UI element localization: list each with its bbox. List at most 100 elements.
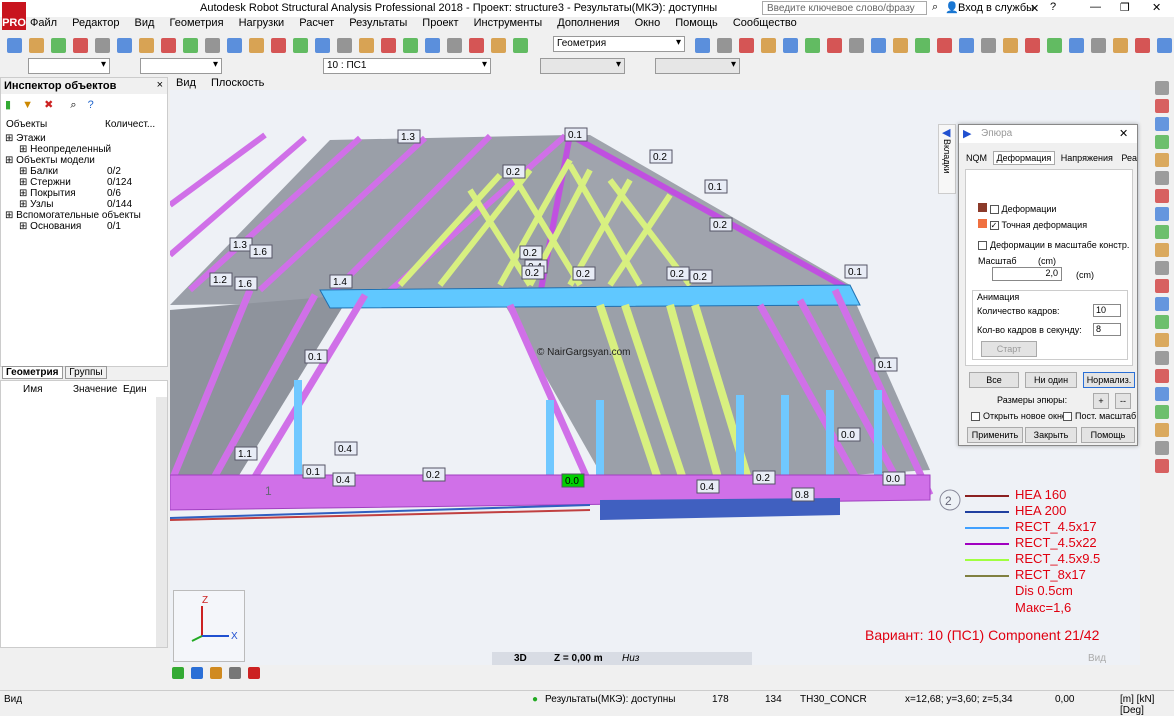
expand-icon[interactable]: ⊞ — [19, 166, 30, 177]
side-tool-icon[interactable] — [1155, 243, 1169, 257]
view-tool-icon[interactable] — [229, 667, 242, 679]
menu-loads[interactable]: Нагрузки — [239, 17, 285, 29]
toolbar-tool-icon[interactable] — [425, 38, 440, 53]
toolbar-tool-icon[interactable] — [227, 38, 242, 53]
expand-icon[interactable]: ⊞ — [5, 155, 16, 166]
side-tool-icon[interactable] — [1155, 189, 1169, 203]
toolbar-tool-icon[interactable] — [981, 38, 996, 53]
expand-icon[interactable]: ⊞ — [5, 210, 16, 221]
tab-reactions[interactable]: Реа — [1118, 153, 1140, 163]
fps-stepper[interactable]: 8 — [1093, 323, 1121, 336]
arrow-left-icon[interactable]: ◀ — [942, 126, 950, 139]
tree-item[interactable]: ⊞ Стержни — [19, 177, 71, 188]
toolbar-tool-icon[interactable] — [1091, 38, 1106, 53]
menu-addins[interactable]: Дополнения — [557, 17, 619, 29]
login-button[interactable]: Вход в службы — [958, 2, 1034, 14]
side-tool-icon[interactable] — [1155, 135, 1169, 149]
side-tool-icon[interactable] — [1155, 99, 1169, 113]
toolbar-tool-icon[interactable] — [271, 38, 286, 53]
toolbar-tool-icon[interactable] — [959, 38, 974, 53]
side-tool-icon[interactable] — [1155, 279, 1169, 293]
help-icon[interactable]: ? — [1050, 1, 1056, 13]
toolbar-tool-icon[interactable] — [1003, 38, 1018, 53]
tree-item[interactable]: ⊞ Основания — [19, 221, 81, 232]
open-new-window-row[interactable]: Открыть новое окно — [971, 411, 1067, 422]
tab-geometry[interactable]: Геометрия — [2, 366, 63, 379]
toolbar-tool-icon[interactable] — [1157, 38, 1172, 53]
menu-window[interactable]: Окно — [635, 17, 661, 29]
view-tool-icon[interactable] — [210, 667, 223, 679]
side-tool-icon[interactable] — [1155, 387, 1169, 401]
side-tool-icon[interactable] — [1155, 261, 1169, 275]
deform-row[interactable]: Деформации — [978, 203, 1056, 215]
side-tool-icon[interactable] — [1155, 171, 1169, 185]
expand-icon[interactable]: ⊞ — [19, 188, 30, 199]
expand-icon[interactable]: ⊞ — [19, 199, 30, 210]
app-logo[interactable]: PRO — [2, 2, 26, 30]
menu-help[interactable]: Помощь — [675, 17, 718, 29]
toolbar-tool-icon[interactable] — [337, 38, 352, 53]
scaled-deform-row[interactable]: Деформации в масштабе констр. — [978, 240, 1129, 251]
toolbar-tool-icon[interactable] — [513, 38, 528, 53]
close-button[interactable]: ✕ — [1152, 1, 1161, 14]
side-tool-icon[interactable] — [1155, 351, 1169, 365]
toolbar-tool-icon[interactable] — [29, 38, 44, 53]
tabs-side-strip[interactable]: ◀ Вкладки — [938, 124, 956, 194]
side-tool-icon[interactable] — [1155, 153, 1169, 167]
apply-button[interactable]: Применить — [967, 427, 1023, 443]
minimize-button[interactable]: — — [1090, 1, 1101, 13]
toolbar-tool-icon[interactable] — [871, 38, 886, 53]
expand-icon[interactable]: ⊞ — [19, 144, 30, 155]
tab-plane[interactable]: Плоскость — [205, 77, 270, 89]
toolbar-tool-icon[interactable] — [1135, 38, 1150, 53]
maximize-button[interactable]: ❐ — [1120, 1, 1130, 14]
z-level[interactable]: Z = 0,00 m — [554, 653, 603, 664]
menu-geometry[interactable]: Геометрия — [170, 17, 224, 29]
toolbar-tool-icon[interactable] — [95, 38, 110, 53]
toolbar-tool-icon[interactable] — [139, 38, 154, 53]
menu-edit[interactable]: Редактор — [72, 17, 119, 29]
tab-stress[interactable]: Напряжения — [1058, 153, 1116, 163]
toolbar-tool-icon[interactable] — [761, 38, 776, 53]
side-tool-icon[interactable] — [1155, 297, 1169, 311]
tree-item[interactable]: ⊞ Вспомогательные объекты — [5, 210, 141, 221]
toolbar-tool-icon[interactable] — [183, 38, 198, 53]
side-tool-icon[interactable] — [1155, 117, 1169, 131]
toolbar-tool-icon[interactable] — [249, 38, 264, 53]
toolbar-tool-icon[interactable] — [915, 38, 930, 53]
toolbar-tool-icon[interactable] — [739, 38, 754, 53]
side-tool-icon[interactable] — [1155, 81, 1169, 95]
toolbar-tool-icon[interactable] — [315, 38, 330, 53]
menu-analysis[interactable]: Расчет — [299, 17, 334, 29]
menu-file[interactable]: Файл — [30, 17, 57, 29]
toolbar-tool-icon[interactable] — [937, 38, 952, 53]
funnel-icon[interactable]: ▼ — [22, 99, 33, 111]
close-dialog-button[interactable]: Закрыть — [1025, 427, 1077, 443]
side-tool-icon[interactable] — [1155, 423, 1169, 437]
start-button[interactable]: Старт — [981, 341, 1037, 357]
toolbar-tool-icon[interactable] — [695, 38, 710, 53]
view-tool-icon[interactable] — [191, 667, 204, 679]
tree-item[interactable]: ⊞ Узлы — [19, 199, 53, 210]
side-tool-icon[interactable] — [1155, 369, 1169, 383]
tab-view[interactable]: Вид — [170, 77, 202, 89]
dialog-close-icon[interactable]: ✕ — [1119, 127, 1128, 140]
clear-filter-icon[interactable]: ✖ — [44, 99, 53, 111]
tree-item[interactable]: ⊞ Покрытия — [19, 188, 76, 199]
toolbar-tool-icon[interactable] — [7, 38, 22, 53]
selection-combo-2[interactable] — [140, 58, 222, 74]
toolbar-tool-icon[interactable] — [117, 38, 132, 53]
view-tool-icon[interactable] — [248, 667, 261, 679]
toolbar-tool-icon[interactable] — [1025, 38, 1040, 53]
exchange-icon[interactable]: ✕ — [1030, 2, 1039, 15]
tab-deformation[interactable]: Деформация — [992, 151, 1056, 165]
frames-input[interactable]: 10 — [1093, 304, 1121, 317]
toolbar-tool-icon[interactable] — [849, 38, 864, 53]
help-icon[interactable]: ? — [88, 99, 94, 111]
side-tool-icon[interactable] — [1155, 441, 1169, 455]
layout-combo[interactable]: Геометрия — [553, 36, 685, 52]
toolbar-tool-icon[interactable] — [293, 38, 308, 53]
toolbar-tool-icon[interactable] — [1113, 38, 1128, 53]
side-tool-icon[interactable] — [1155, 405, 1169, 419]
tree-item[interactable]: ⊞ Балки — [19, 166, 58, 177]
